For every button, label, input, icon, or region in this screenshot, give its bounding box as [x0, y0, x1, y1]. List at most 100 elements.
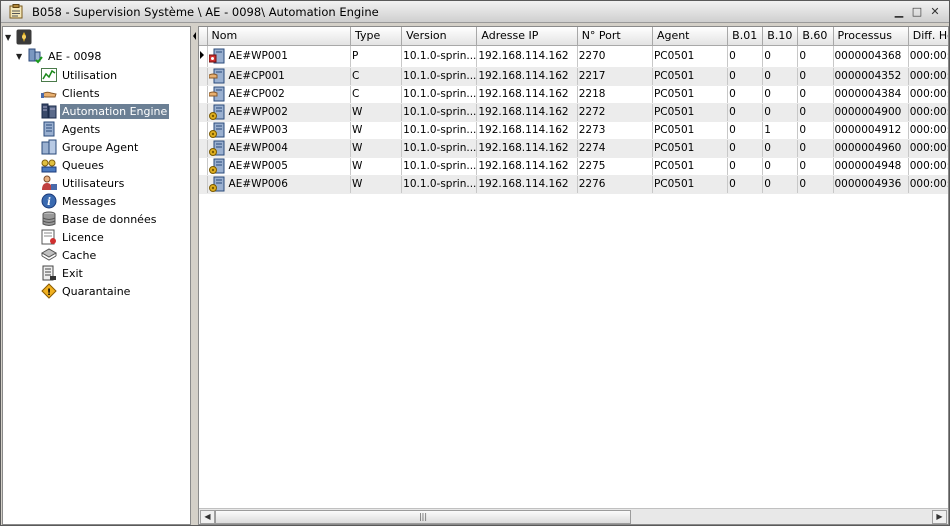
- cell-version: 10.1.0-sprin...: [401, 175, 478, 194]
- cell-b10: 0: [762, 67, 799, 86]
- tree-item-label: Messages: [62, 194, 116, 208]
- cell-nom: AE#WP001: [207, 45, 351, 68]
- cell-ip: 192.168.114.162: [476, 85, 578, 104]
- cell-type: W: [350, 139, 403, 158]
- cell-port: 2272: [577, 103, 653, 122]
- scroll-left-button[interactable]: ◀: [200, 510, 215, 524]
- cell-processus: 0000004368: [833, 45, 909, 68]
- row-selector[interactable]: [199, 157, 208, 176]
- row-selector[interactable]: [199, 67, 208, 86]
- table-row[interactable]: AE#WP006 W 10.1.0-sprin... 192.168.114.162 2…: [199, 175, 948, 194]
- process-name: AE#WP006: [228, 178, 288, 190]
- row-selector[interactable]: [199, 175, 208, 194]
- cell-diff: 000:00:0: [908, 121, 948, 140]
- scroll-right-button[interactable]: ▶: [932, 510, 947, 524]
- minimize-button[interactable]: ▁: [891, 3, 907, 20]
- table-row[interactable]: AE#WP004 W 10.1.0-sprin... 192.168.114.162 2…: [199, 139, 948, 158]
- title-bar[interactable]: B058 - Supervision Système \ AE - 0098\ …: [1, 1, 949, 23]
- cell-version: 10.1.0-sprin...: [401, 157, 478, 176]
- column-header-type[interactable]: Type: [350, 27, 403, 46]
- process-name: AE#WP004: [228, 142, 288, 154]
- cell-b10: 1: [762, 121, 799, 140]
- column-header-agent[interactable]: Agent: [652, 27, 729, 46]
- row-selector[interactable]: [199, 121, 208, 140]
- cell-b01: 0: [727, 103, 764, 122]
- expand-arrow-icon[interactable]: ▼: [16, 52, 25, 61]
- chart-icon: [41, 67, 57, 83]
- tree-item-automation-engine[interactable]: Automation Engine: [41, 102, 170, 120]
- tree-item-licence[interactable]: Licence: [41, 228, 106, 246]
- cell-b60: 0: [797, 121, 834, 140]
- row-selector[interactable]: [199, 85, 208, 104]
- cell-processus: 0000004352: [833, 67, 909, 86]
- column-header-n-port[interactable]: N° Port: [577, 27, 653, 46]
- cell-b60: 0: [797, 175, 834, 194]
- svg-text:!: !: [47, 288, 51, 298]
- wp-icon: [208, 140, 225, 156]
- table-row[interactable]: AE#WP001 P 10.1.0-sprin... 192.168.114.162 2…: [199, 45, 948, 68]
- row-selector[interactable]: [199, 139, 208, 158]
- cell-ip: 192.168.114.162: [476, 139, 578, 158]
- cell-port: 2275: [577, 157, 653, 176]
- column-header-adresse-ip[interactable]: Adresse IP: [476, 27, 578, 46]
- tree-item-utilisateurs[interactable]: Utilisateurs: [41, 174, 126, 192]
- tree-item-quarantaine[interactable]: ! Quarantaine: [41, 282, 132, 300]
- tree-item-label: Groupe Agent: [62, 140, 139, 154]
- process-name: AE#WP003: [228, 124, 288, 136]
- column-header-version[interactable]: Version: [401, 27, 478, 46]
- column-header-processus[interactable]: Processus: [833, 27, 909, 46]
- warning-icon: !: [41, 283, 57, 299]
- cell-version: 10.1.0-sprin...: [401, 121, 478, 140]
- cell-b10: 0: [762, 175, 799, 194]
- cell-version: 10.1.0-sprin...: [401, 67, 478, 86]
- tree-item-cache[interactable]: Cache: [40, 246, 98, 264]
- cell-diff: 000:00:0: [908, 103, 948, 122]
- table-row[interactable]: AE#WP002 W 10.1.0-sprin... 192.168.114.162 2…: [199, 103, 948, 122]
- tree-item-queues[interactable]: Queues: [41, 156, 106, 174]
- horizontal-scrollbar[interactable]: ◀ ||| ▶: [199, 508, 948, 524]
- scroll-thumb[interactable]: |||: [215, 510, 631, 524]
- column-header-nom[interactable]: Nom: [207, 27, 351, 46]
- tree-item-agents[interactable]: Agents: [41, 120, 102, 138]
- row-selector-header: [199, 27, 208, 46]
- cell-diff: 000:00:0: [908, 175, 948, 194]
- tree-root[interactable]: ▼: [5, 28, 35, 46]
- tree-item-system[interactable]: ▼ AE - 0098: [16, 47, 103, 65]
- current-row-arrow-icon: [200, 50, 204, 59]
- table-row[interactable]: AE#WP005 W 10.1.0-sprin... 192.168.114.162 2…: [199, 157, 948, 176]
- cp-icon: [208, 68, 225, 84]
- column-header-b-01[interactable]: B.01: [727, 27, 764, 46]
- engine-grid: Nom Type Version Adresse IP N° Port Agent B.01…: [198, 26, 949, 525]
- tree-item-exit[interactable]: Exit: [41, 264, 85, 282]
- tree-item-utilisation[interactable]: Utilisation: [41, 66, 119, 84]
- table-row[interactable]: AE#CP002 C 10.1.0-sprin... 192.168.114.162 2…: [199, 85, 948, 104]
- column-header-diff-hor[interactable]: Diff. Hor: [908, 27, 948, 46]
- cell-b01: 0: [727, 175, 764, 194]
- close-button[interactable]: ✕: [927, 3, 943, 20]
- column-header-b-60[interactable]: B.60: [797, 27, 834, 46]
- tree-item-groupe-agent[interactable]: Groupe Agent: [41, 138, 140, 156]
- tree-item-messages[interactable]: i Messages: [41, 192, 118, 210]
- tree-item-label: Base de données: [62, 212, 157, 226]
- cell-b10: 0: [762, 157, 799, 176]
- cell-agent: PC0501: [652, 67, 729, 86]
- svg-text:i: i: [47, 197, 51, 208]
- cell-b01: 0: [727, 45, 764, 68]
- cell-diff: 000:00:0: [908, 67, 948, 86]
- table-row[interactable]: AE#WP003 W 10.1.0-sprin... 192.168.114.162 2…: [199, 121, 948, 140]
- row-selector[interactable]: [199, 45, 208, 68]
- licence-icon: [41, 229, 57, 245]
- expand-arrow-icon[interactable]: ▼: [5, 33, 14, 42]
- cell-type: W: [350, 157, 403, 176]
- row-selector[interactable]: [199, 103, 208, 122]
- tree-item-base-de-donn-es[interactable]: Base de données: [41, 210, 158, 228]
- tree-item-label: Utilisateurs: [62, 176, 125, 190]
- cell-type: W: [350, 103, 403, 122]
- process-name: AE#WP001: [228, 50, 288, 62]
- cell-port: 2273: [577, 121, 653, 140]
- cell-processus: 0000004948: [833, 157, 909, 176]
- column-header-b-10[interactable]: B.10: [762, 27, 799, 46]
- table-row[interactable]: AE#CP001 C 10.1.0-sprin... 192.168.114.162 2…: [199, 67, 948, 86]
- tree-item-clients[interactable]: Clients: [41, 84, 102, 102]
- restore-button[interactable]: □: [909, 3, 925, 20]
